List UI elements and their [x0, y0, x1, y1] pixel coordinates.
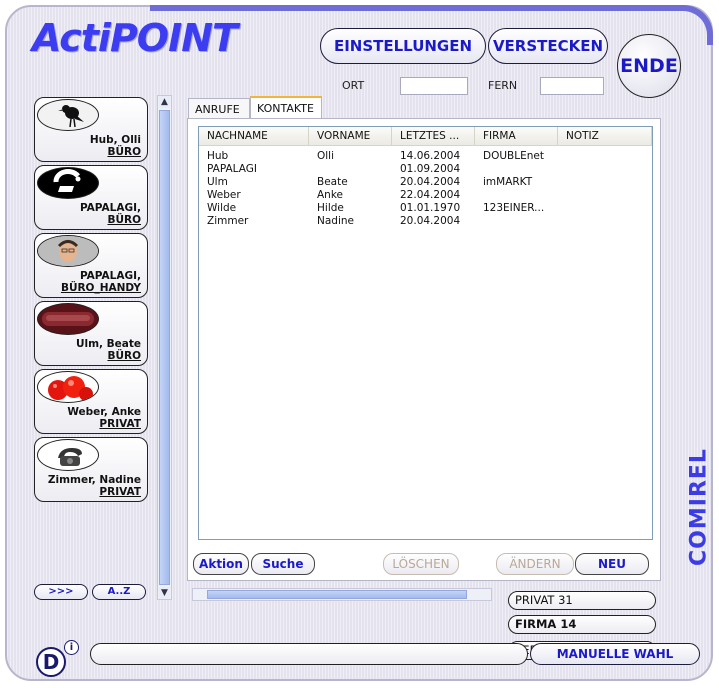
sofa-icon — [37, 303, 99, 335]
contact-location: PRIVAT — [99, 486, 141, 498]
manual-dial-button[interactable]: MANUELLE WAHL — [530, 643, 700, 665]
bird-icon — [37, 99, 99, 131]
cell-firstname: Nadine — [317, 215, 354, 227]
cell-last-call: 22.04.2004 — [400, 189, 461, 201]
cell-last-call: 01.01.1970 — [400, 202, 461, 214]
settings-button[interactable]: EINSTELLUNGEN — [320, 28, 486, 64]
contact-location: BÜRO_HANDY — [60, 282, 141, 294]
new-button[interactable]: NEU — [575, 553, 649, 575]
contact-name: Weber, Anke — [67, 406, 141, 418]
contact-location: BÜRO — [107, 214, 141, 226]
scroll-up-icon[interactable]: ▲ — [159, 96, 170, 108]
cell-firstname: Anke — [317, 189, 344, 201]
info-icon[interactable]: i — [64, 640, 79, 655]
cell-company: DOUBLEnet — [483, 150, 544, 162]
line-company[interactable]: FIRMA 14 — [508, 615, 656, 634]
contacts-table[interactable]: NACHNAME VORNAME LETZTES ... FIRMA NOTIZ… — [198, 126, 653, 540]
exit-button[interactable]: ENDE — [617, 34, 681, 98]
cell-lastname: Zimmer — [207, 215, 249, 227]
contact-card[interactable]: PAPALAGI, BÜRO — [34, 165, 148, 230]
cell-firstname: Beate — [317, 176, 348, 188]
tab-calls[interactable]: ANRUFE — [188, 98, 250, 119]
cell-lastname: PAPALAGI — [207, 163, 258, 175]
contact-card[interactable]: Weber, Anke PRIVAT — [34, 369, 148, 434]
table-row[interactable]: Ulm Beate 20.04.2004 imMARKT — [199, 176, 652, 189]
contact-name: PAPALAGI, — [79, 270, 141, 282]
fern-field[interactable] — [540, 77, 604, 95]
comirel-brand: COMIREL — [686, 432, 712, 582]
contacts-scrollbar[interactable]: ▲ ▼ — [157, 95, 172, 600]
tab-contacts[interactable]: KONTAKTE — [250, 96, 322, 119]
action-button[interactable]: Aktion — [193, 553, 249, 575]
cell-lastname: Wilde — [207, 202, 237, 214]
next-button[interactable]: >>> — [34, 584, 88, 600]
az-button[interactable]: A..Z — [92, 584, 146, 600]
ort-field[interactable] — [400, 77, 468, 95]
cell-lastname: Ulm — [207, 176, 228, 188]
contact-location: BÜRO — [107, 350, 141, 362]
cell-lastname: Weber — [207, 189, 241, 201]
contact-name: Zimmer, Nadine — [47, 474, 141, 486]
change-button[interactable]: ÄNDERN — [496, 553, 574, 575]
cell-last-call: 14.06.2004 — [400, 150, 461, 162]
contact-card[interactable]: Hub, Olli BÜRO — [34, 97, 148, 162]
scroll-down-icon[interactable]: ▼ — [159, 587, 170, 599]
cell-company: imMARKT — [483, 176, 533, 188]
column-header[interactable]: LETZTES ... — [392, 127, 475, 145]
hscroll-thumb[interactable] — [207, 590, 467, 599]
table-header: NACHNAME VORNAME LETZTES ... FIRMA NOTIZ — [199, 127, 652, 146]
hide-button[interactable]: VERSTECKEN — [488, 28, 608, 64]
scroll-thumb[interactable] — [159, 110, 170, 585]
contact-name: PAPALAGI, — [79, 202, 141, 214]
cell-company: 123EINER... — [483, 202, 545, 214]
column-header[interactable]: VORNAME — [309, 127, 392, 145]
search-button[interactable]: Suche — [251, 553, 315, 575]
tomato-icon — [37, 371, 99, 403]
face-icon — [37, 235, 99, 267]
contact-name: Hub, Olli — [89, 134, 141, 146]
cell-firstname: Hilde — [317, 202, 344, 214]
contact-name: Ulm, Beate — [75, 338, 141, 350]
cell-firstname: Olli — [317, 150, 335, 162]
table-hscrollbar[interactable] — [192, 588, 492, 601]
cell-last-call: 20.04.2004 — [400, 176, 461, 188]
cell-last-call: 01.09.2004 — [400, 163, 461, 175]
contact-location: BÜRO — [107, 146, 141, 158]
app-logo: ActiPOINT — [32, 16, 238, 60]
table-row[interactable]: Zimmer Nadine 20.04.2004 — [199, 215, 652, 228]
table-row[interactable]: PAPALAGI 01.09.2004 — [199, 163, 652, 176]
column-header[interactable]: NOTIZ — [558, 127, 652, 145]
table-row[interactable]: Weber Anke 22.04.2004 — [199, 189, 652, 202]
contacts-panel: NACHNAME VORNAME LETZTES ... FIRMA NOTIZ… — [187, 118, 661, 581]
line-private[interactable]: PRIVAT 31 — [508, 591, 656, 610]
delete-button[interactable]: LÖSCHEN — [383, 553, 459, 575]
column-header[interactable]: NACHNAME — [199, 127, 309, 145]
contact-card[interactable]: PAPALAGI, BÜRO_HANDY — [34, 233, 148, 298]
comirel-text: COMIREL — [686, 448, 712, 566]
ort-label: ORT — [342, 79, 365, 92]
logo-icon — [37, 167, 99, 199]
contact-location: PRIVAT — [99, 418, 141, 430]
column-header[interactable]: FIRMA — [475, 127, 558, 145]
contact-card[interactable]: Ulm, Beate BÜRO — [34, 301, 148, 366]
dial-input[interactable] — [90, 643, 528, 665]
contact-card[interactable]: Zimmer, Nadine PRIVAT — [34, 437, 148, 502]
fern-label: FERN — [488, 79, 518, 92]
table-row[interactable]: Wilde Hilde 01.01.1970 123EINER... — [199, 202, 652, 215]
cell-lastname: Hub — [207, 150, 229, 162]
cell-last-call: 20.04.2004 — [400, 215, 461, 227]
d-button[interactable]: D — [36, 647, 66, 677]
phone-icon — [37, 439, 99, 471]
table-row[interactable]: Hub Olli 14.06.2004 DOUBLEnet — [199, 150, 652, 163]
